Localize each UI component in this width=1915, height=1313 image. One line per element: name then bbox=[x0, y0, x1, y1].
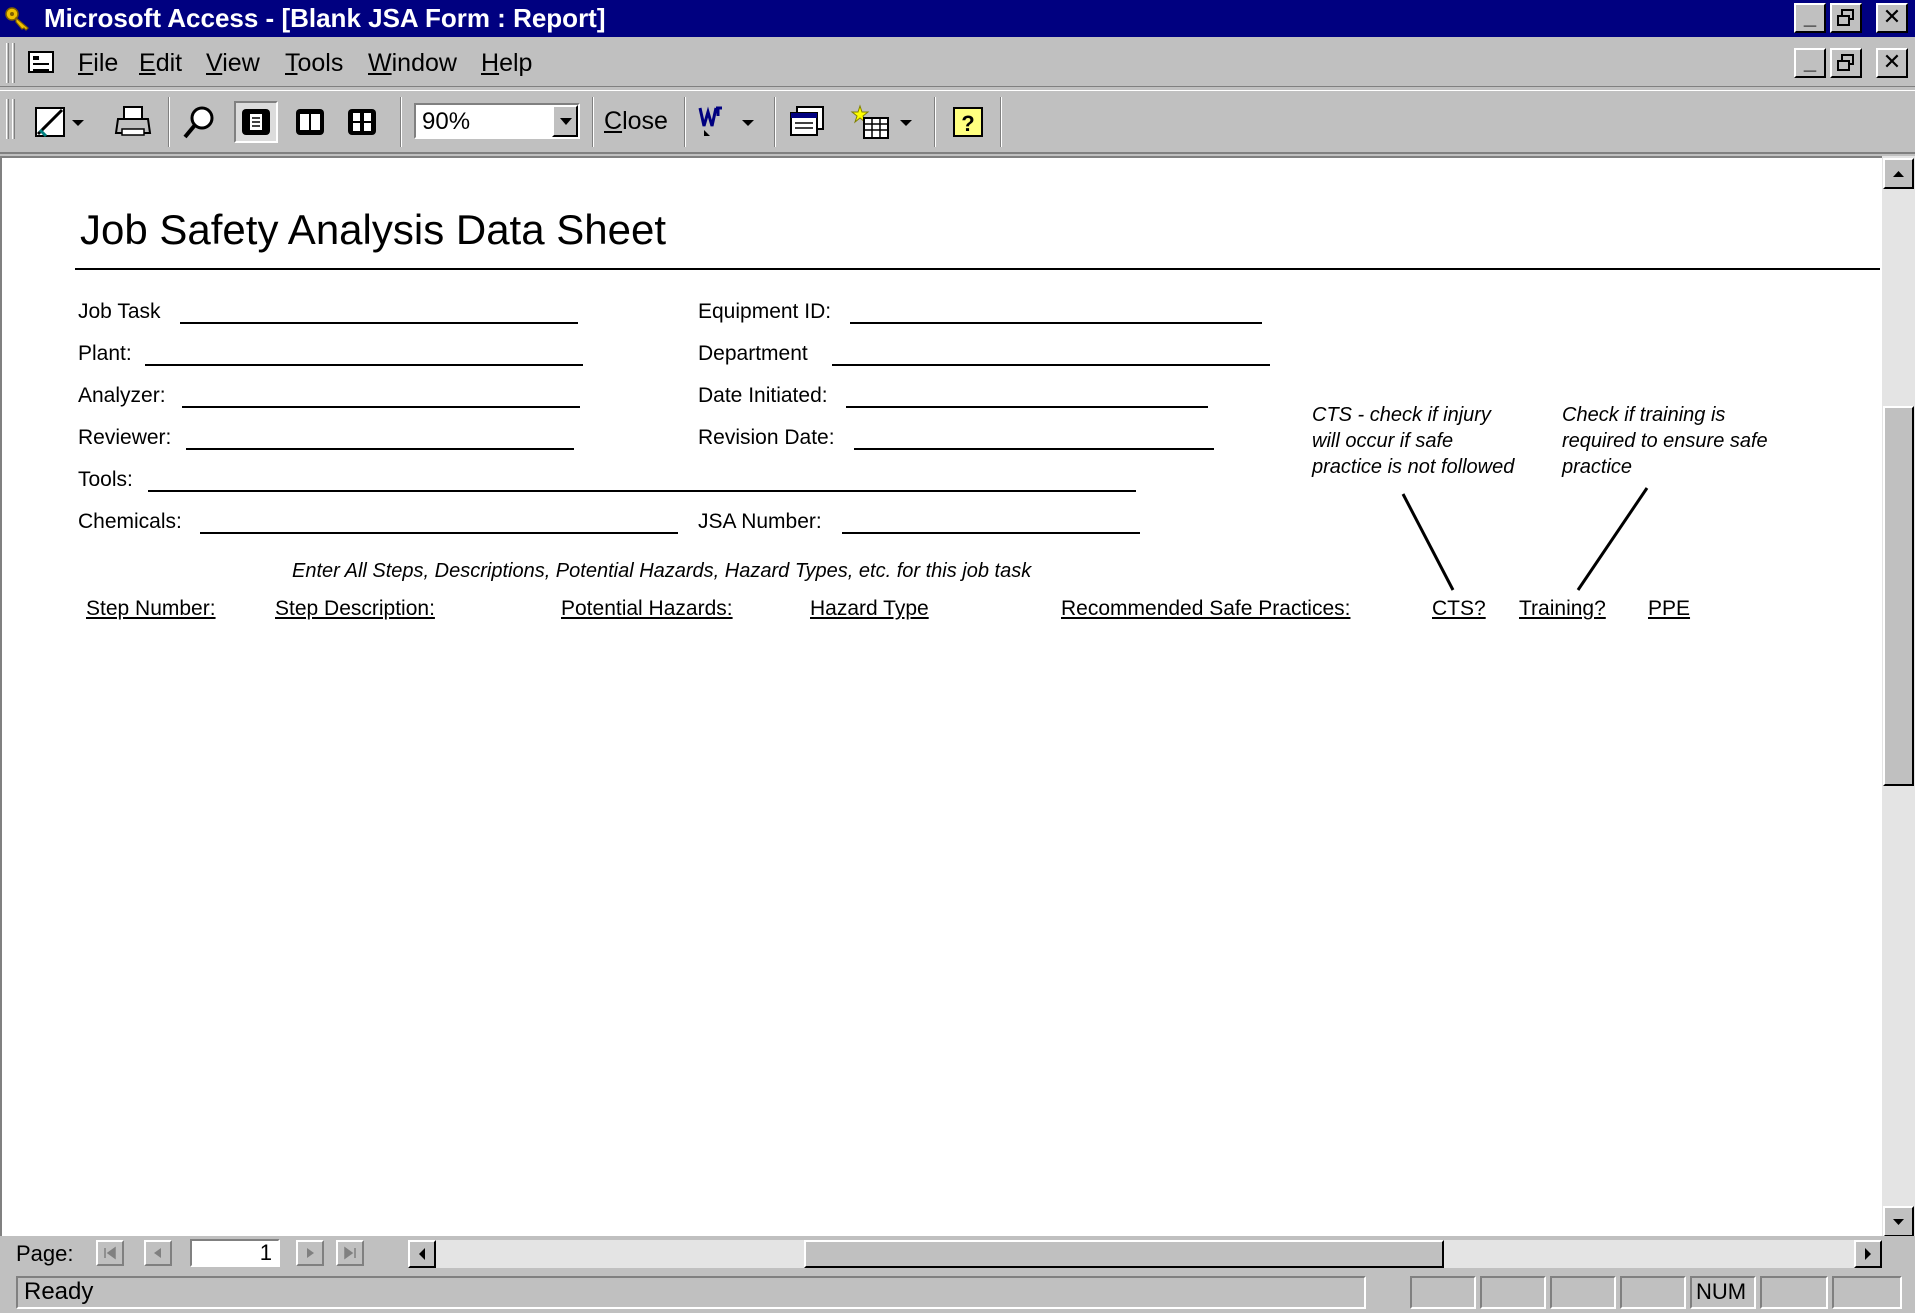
menu-bar: File Edit View Tools Window Help _ ✕ bbox=[0, 39, 1915, 87]
toolbar-grip bbox=[6, 99, 9, 139]
column-hazard-type: Hazard Type bbox=[810, 597, 929, 620]
next-page-icon bbox=[307, 1248, 314, 1258]
vertical-scroll-thumb[interactable] bbox=[1883, 406, 1914, 786]
office-links-icon bbox=[698, 106, 754, 136]
scroll-left-button[interactable] bbox=[408, 1240, 436, 1268]
restore-icon bbox=[1837, 9, 1854, 26]
page-label: Page: bbox=[16, 1241, 74, 1266]
restore-icon bbox=[1837, 54, 1854, 71]
menu-grip bbox=[6, 43, 9, 83]
column-cts: CTS? bbox=[1432, 597, 1486, 620]
menu-tools[interactable]: Tools bbox=[285, 49, 343, 77]
horizontal-scroll-thumb[interactable] bbox=[804, 1240, 1444, 1268]
access-key-icon bbox=[5, 7, 29, 31]
document-system-menu-icon[interactable] bbox=[28, 51, 54, 73]
status-indicator bbox=[1760, 1276, 1828, 1309]
menu-window[interactable]: Window bbox=[368, 49, 457, 77]
close-preview-button[interactable]: Close bbox=[604, 107, 668, 136]
menu-help[interactable]: Help bbox=[481, 49, 532, 77]
status-text: Ready bbox=[16, 1276, 1366, 1309]
status-indicator bbox=[1550, 1276, 1616, 1309]
window-title: Microsoft Access - [Blank JSA Form : Rep… bbox=[44, 3, 606, 33]
menu-file[interactable]: File bbox=[78, 49, 118, 77]
status-indicator bbox=[1410, 1276, 1476, 1309]
zoom-combo[interactable]: 90% bbox=[414, 103, 580, 139]
print-button[interactable] bbox=[112, 101, 156, 143]
title-bar: Microsoft Access - [Blank JSA Form : Rep… bbox=[0, 0, 1915, 37]
multiple-pages-button[interactable] bbox=[340, 101, 384, 143]
previous-page-icon bbox=[154, 1248, 161, 1258]
doc-minimize-button[interactable]: _ bbox=[1794, 48, 1826, 78]
arrow-right-icon bbox=[1865, 1248, 1871, 1260]
column-potential-hazards: Potential Hazards: bbox=[561, 597, 733, 620]
scroll-down-button[interactable] bbox=[1883, 1206, 1914, 1237]
last-page-icon bbox=[344, 1246, 356, 1260]
report-preview: Job Safety Analysis Data Sheet Job Task … bbox=[0, 156, 1882, 1241]
design-view-icon bbox=[35, 107, 84, 138]
two-pages-icon bbox=[296, 109, 324, 135]
status-indicator bbox=[1480, 1276, 1546, 1309]
scroll-right-button[interactable] bbox=[1854, 1240, 1882, 1268]
close-window-button[interactable]: ✕ bbox=[1876, 3, 1908, 33]
office-links-button[interactable] bbox=[694, 101, 764, 143]
doc-close-button[interactable]: ✕ bbox=[1876, 48, 1908, 78]
arrow-up-icon bbox=[1893, 171, 1904, 177]
status-indicator bbox=[1832, 1276, 1902, 1309]
help-button[interactable]: ? bbox=[946, 101, 990, 143]
database-window-button[interactable] bbox=[784, 101, 834, 143]
doc-restore-button[interactable] bbox=[1830, 48, 1862, 78]
status-bar: Ready NUM bbox=[0, 1274, 1915, 1313]
zoom-icon bbox=[183, 106, 214, 139]
first-page-icon bbox=[104, 1246, 116, 1260]
menu-grip bbox=[12, 43, 15, 83]
num-lock-indicator: NUM bbox=[1690, 1276, 1756, 1309]
column-step-description: Step Description: bbox=[275, 597, 435, 620]
vertical-scrollbar[interactable] bbox=[1882, 156, 1915, 1241]
column-step-number: Step Number: bbox=[86, 597, 216, 620]
column-ppe: PPE bbox=[1648, 597, 1691, 620]
print-icon bbox=[114, 106, 152, 136]
zoom-button[interactable] bbox=[178, 101, 222, 143]
toolbar-grip bbox=[12, 99, 15, 139]
toolbar-separator bbox=[168, 97, 170, 147]
view-button[interactable] bbox=[30, 101, 100, 143]
help-icon: ? bbox=[953, 107, 983, 137]
arrow-down-icon bbox=[1893, 1219, 1904, 1225]
toolbar-separator bbox=[592, 97, 594, 147]
one-page-icon bbox=[242, 109, 270, 135]
column-recommended-safe-practices: Recommended Safe Practices: bbox=[1061, 597, 1351, 620]
toolbar-separator bbox=[934, 97, 936, 147]
toolbar-separator bbox=[684, 97, 686, 147]
previous-page-button[interactable] bbox=[144, 1240, 172, 1266]
one-page-button[interactable] bbox=[234, 101, 278, 143]
zoom-value: 90% bbox=[422, 108, 471, 135]
menu-edit[interactable]: Edit bbox=[139, 49, 182, 77]
minimize-button[interactable]: _ bbox=[1794, 3, 1826, 33]
zoom-dropdown-button[interactable] bbox=[552, 105, 578, 137]
new-object-icon bbox=[850, 104, 912, 139]
instruction-text: Enter All Steps, Descriptions, Potential… bbox=[292, 560, 1032, 582]
multiple-pages-icon bbox=[348, 109, 376, 135]
page-number-input[interactable]: 1 bbox=[190, 1239, 280, 1267]
arrow-left-icon bbox=[419, 1248, 425, 1260]
two-pages-button[interactable] bbox=[288, 101, 332, 143]
toolbar-separator bbox=[774, 97, 776, 147]
svg-text:?: ? bbox=[961, 111, 974, 136]
last-page-button[interactable] bbox=[336, 1240, 364, 1266]
database-window-icon bbox=[790, 106, 824, 136]
first-page-button[interactable] bbox=[96, 1240, 124, 1266]
status-indicator bbox=[1620, 1276, 1686, 1309]
next-page-button[interactable] bbox=[296, 1240, 324, 1266]
menu-view[interactable]: View bbox=[206, 49, 260, 77]
column-training: Training? bbox=[1519, 597, 1606, 620]
record-navigation-bar: Page: 1 bbox=[0, 1236, 1915, 1272]
horizontal-scrollbar[interactable] bbox=[408, 1240, 1882, 1268]
note-pointer-lines bbox=[1401, 487, 1649, 591]
toolbar-separator bbox=[1000, 97, 1002, 147]
print-preview-toolbar: 90% Close ? bbox=[0, 90, 1915, 154]
toolbar-separator bbox=[400, 97, 402, 147]
scroll-up-button[interactable] bbox=[1883, 158, 1914, 189]
restore-button[interactable] bbox=[1830, 3, 1862, 33]
new-object-button[interactable] bbox=[848, 101, 924, 143]
